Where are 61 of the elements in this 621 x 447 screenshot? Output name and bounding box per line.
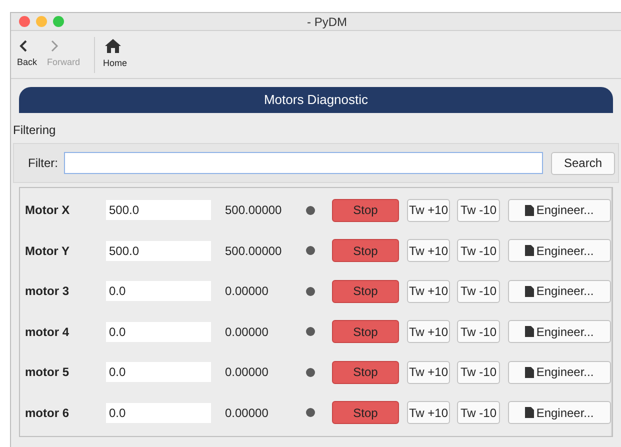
- document-icon: [525, 326, 534, 338]
- setpoint-field[interactable]: 0.0: [106, 322, 211, 342]
- stop-button[interactable]: Stop: [332, 401, 399, 424]
- stop-button[interactable]: Stop: [332, 320, 399, 344]
- motor-name: Motor Y: [24, 242, 70, 260]
- tweak-plus-button[interactable]: Tw +10: [407, 360, 450, 384]
- stop-button[interactable]: Stop: [332, 239, 399, 262]
- tweak-minus-button[interactable]: Tw -10: [457, 280, 500, 303]
- readback-value: 0.00000: [224, 404, 270, 422]
- document-icon: [525, 366, 534, 378]
- stop-button[interactable]: Stop: [332, 280, 399, 303]
- readback-value: 0.00000: [224, 283, 270, 300]
- search-button[interactable]: Search: [551, 152, 615, 174]
- tweak-plus-button[interactable]: Tw +10: [407, 320, 450, 344]
- engineer-button[interactable]: Engineer...: [508, 239, 611, 262]
- stop-button[interactable]: Stop: [332, 198, 399, 222]
- motor-name: Motor X: [24, 202, 71, 220]
- motor-name: motor 4: [24, 324, 70, 341]
- document-icon: [525, 286, 534, 297]
- tweak-plus-button[interactable]: Tw +10: [407, 198, 450, 222]
- tweak-minus-button[interactable]: Tw -10: [457, 198, 500, 222]
- readback-value: 500.00000: [224, 242, 283, 260]
- tweak-minus-button[interactable]: Tw -10: [457, 401, 500, 424]
- setpoint-field[interactable]: 0.0: [106, 281, 211, 302]
- setpoint-field[interactable]: 500.0: [106, 200, 211, 220]
- engineer-button[interactable]: Engineer...: [508, 360, 611, 384]
- scrollbar[interactable]: [611, 188, 612, 436]
- setpoint-field[interactable]: 0.0: [106, 362, 211, 382]
- readback-value: 500.00000: [224, 202, 283, 220]
- home-icon: [105, 38, 122, 53]
- engineer-button[interactable]: Engineer...: [508, 320, 611, 344]
- setpoint-field[interactable]: 0.0: [106, 402, 211, 423]
- window-title: - PyDM: [307, 14, 347, 30]
- tweak-minus-button[interactable]: Tw -10: [457, 360, 500, 384]
- engineer-button[interactable]: Engineer...: [508, 401, 611, 424]
- tweak-plus-button[interactable]: Tw +10: [407, 280, 450, 303]
- setpoint-field[interactable]: 500.0: [106, 240, 211, 261]
- motor-name: motor 6: [24, 404, 70, 422]
- tweak-minus-button[interactable]: Tw -10: [457, 320, 500, 344]
- title-banner: Motors Diagnostic: [19, 87, 613, 113]
- motor-name: motor 5: [24, 364, 70, 382]
- document-icon: [525, 407, 534, 418]
- document-icon: [525, 204, 534, 216]
- back-button[interactable]: Back: [15, 40, 40, 70]
- motor-name: motor 3: [24, 283, 70, 300]
- engineer-button[interactable]: Engineer...: [508, 198, 611, 222]
- tweak-plus-button[interactable]: Tw +10: [407, 401, 450, 424]
- maximize-window-button[interactable]: [53, 16, 64, 27]
- minimize-window-button[interactable]: [36, 16, 47, 27]
- engineer-button[interactable]: Engineer...: [508, 280, 611, 303]
- filter-label: Filter:: [28, 155, 58, 172]
- home-button[interactable]: Home: [101, 38, 130, 70]
- section-title: Filtering: [12, 122, 56, 139]
- stop-button[interactable]: Stop: [332, 360, 399, 384]
- filter-field[interactable]: [64, 152, 543, 174]
- readback-value: 0.00000: [224, 324, 270, 341]
- document-icon: [525, 245, 534, 256]
- tweak-plus-button[interactable]: Tw +10: [407, 239, 450, 262]
- readback-value: 0.00000: [224, 364, 270, 382]
- close-window-button[interactable]: [19, 16, 30, 27]
- tweak-minus-button[interactable]: Tw -10: [457, 239, 500, 262]
